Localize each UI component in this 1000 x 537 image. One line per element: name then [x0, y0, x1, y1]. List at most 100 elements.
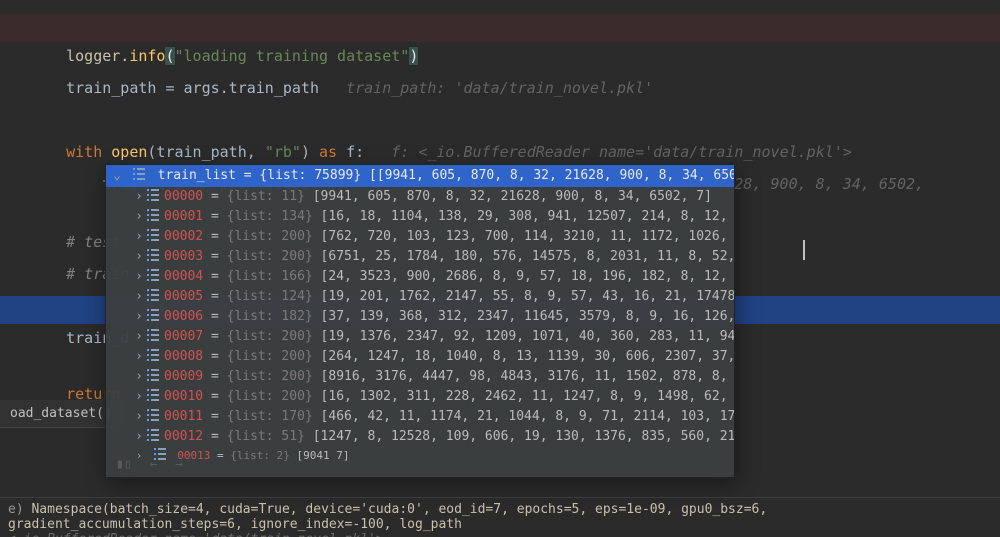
code-editor[interactable]: logger.info("loading training dataset") … [0, 0, 1000, 537]
equals: = [203, 429, 226, 444]
forward-icon[interactable]: → [175, 457, 183, 472]
popup-value: [19, 201, 1762, 2147, 55, 8, 9, 57, 43, … [321, 289, 734, 304]
chevron-right-icon[interactable]: › [134, 207, 144, 227]
popup-value: [37, 139, 368, 312, 2347, 11645, 3579, 8… [321, 309, 734, 324]
popup-index: 00002 [164, 229, 203, 244]
list-icon [146, 228, 160, 242]
chevron-right-icon[interactable]: › [134, 427, 144, 447]
code-line-blank[interactable] [0, 78, 1000, 106]
popup-index: 00000 [164, 189, 203, 204]
chevron-right-icon[interactable]: › [134, 307, 144, 327]
equals: = [203, 269, 226, 284]
debug-variables-pane[interactable]: e) Namespace(batch_size=4, cuda=True, de… [0, 497, 1000, 537]
popup-value: [6751, 25, 1784, 180, 576, 14575, 8, 203… [321, 249, 734, 264]
equals: = [203, 409, 226, 424]
popup-meta: {list: 2} [230, 449, 290, 462]
chevron-right-icon[interactable]: › [134, 367, 144, 387]
debug-value-popup[interactable]: ⌄ train_list = {list: 75899} [[9941, 605… [105, 164, 735, 478]
list-icon [146, 208, 160, 222]
equals: = [203, 229, 226, 244]
popup-row[interactable]: ›00003 = {list: 200} [6751, 25, 1784, 18… [106, 247, 734, 267]
equals: = [236, 168, 259, 183]
popup-row-partial[interactable]: › 00013 = {list: 2} [9041 7] [106, 447, 734, 461]
popup-row[interactable]: › 00012 = {list: 51} [1247, 8, 12528, 109… [106, 427, 734, 447]
code-line-2[interactable]: train_path = args.train_path train_path:… [0, 46, 1000, 74]
popup-row[interactable]: ›00000 = {list: 11} [9941, 605, 870, 8, … [106, 187, 734, 207]
popup-row[interactable]: ›00008 = {list: 200} [264, 1247, 18, 104… [106, 347, 734, 367]
popup-value: [8916, 3176, 4447, 98, 4843, 3176, 11, 1… [321, 369, 734, 384]
popup-value: [264, 1247, 18, 1040, 8, 13, 1139, 30, 6… [321, 349, 734, 364]
equals: = [203, 189, 226, 204]
back-icon[interactable]: ← [149, 457, 157, 472]
popup-row[interactable]: ›00001 = {list: 134} [16, 18, 1104, 138,… [106, 207, 734, 227]
popup-meta: {list: 134} [227, 209, 313, 224]
chevron-right-icon[interactable]: › [134, 327, 144, 347]
list-icon [146, 188, 160, 202]
popup-header[interactable]: ⌄ train_list = {list: 75899} [[9941, 605… [106, 165, 734, 187]
popup-meta: {list: 200} [227, 349, 313, 364]
list-icon [146, 388, 160, 402]
chevron-right-icon[interactable]: › [134, 247, 144, 267]
popup-value: [9941, 605, 870, 8, 32, 21628, 900, 8, 3… [313, 189, 712, 204]
list-icon [146, 248, 160, 262]
popup-rows[interactable]: ›00000 = {list: 11} [9941, 605, 870, 8, … [106, 187, 734, 447]
chevron-right-icon[interactable]: › [134, 267, 144, 287]
chevron-right-icon[interactable]: › [134, 287, 144, 307]
toolbar-view-toggle-icon[interactable]: ▮▯ [116, 457, 132, 472]
equals: = [203, 369, 226, 384]
equals: = [203, 329, 226, 344]
popup-index: 00007 [164, 329, 203, 344]
equals: = [210, 449, 230, 462]
popup-row[interactable]: ›00004 = {list: 166} [24, 3523, 900, 268… [106, 267, 734, 287]
chevron-down-icon[interactable]: ⌄ [112, 165, 122, 187]
popup-row[interactable]: ›00007 = {list: 200} [19, 1376, 2347, 92… [106, 327, 734, 347]
list-icon [146, 288, 160, 302]
list-icon [146, 268, 160, 282]
chevron-right-icon[interactable]: › [134, 347, 144, 367]
popup-row[interactable]: ›00006 = {list: 182} [37, 139, 368, 312,… [106, 307, 734, 327]
popup-value: [24, 3523, 900, 2686, 8, 9, 57, 18, 196,… [321, 269, 734, 284]
chevron-right-icon[interactable]: › [134, 407, 144, 427]
equals: = [203, 209, 226, 224]
code-line-1[interactable]: logger.info("loading training dataset") [0, 14, 1000, 42]
popup-value: [1247, 8, 12528, 109, 606, 19, 130, 1376… [313, 429, 734, 444]
popup-index: 00006 [164, 309, 203, 324]
popup-value: [9041 7] [296, 449, 349, 462]
popup-meta: {list: 170} [227, 409, 313, 424]
chevron-right-icon[interactable]: › [134, 227, 144, 247]
popup-index: 00012 [164, 429, 203, 444]
popup-row[interactable]: ›00005 = {list: 124} [19, 201, 1762, 214… [106, 287, 734, 307]
popup-value: [466, 42, 11, 1174, 21, 1044, 8, 9, 71, … [321, 409, 734, 424]
text-caret [803, 240, 805, 260]
namespace-value: Namespace(batch_size=4, cuda=True, devic… [8, 502, 767, 532]
list-icon [146, 308, 160, 322]
popup-index: 00004 [164, 269, 203, 284]
popup-row[interactable]: ›00002 = {list: 200} [762, 720, 103, 123… [106, 227, 734, 247]
popup-index: 00010 [164, 389, 203, 404]
popup-meta: {list: 51} [227, 429, 305, 444]
popup-meta: {list: 200} [227, 389, 313, 404]
code-line-3[interactable]: with open(train_path, "rb") as f: f: <_i… [0, 110, 1000, 138]
popup-row[interactable]: ›00010 = {list: 200} [16, 1302, 311, 228… [106, 387, 734, 407]
list-icon [146, 328, 160, 342]
list-icon [146, 348, 160, 362]
equals: = [203, 289, 226, 304]
popup-value: [16, 18, 1104, 138, 29, 308, 941, 12507,… [321, 209, 734, 224]
list-icon [132, 167, 146, 181]
popup-meta: {list: 200} [227, 329, 313, 344]
chevron-right-icon[interactable]: › [134, 387, 144, 407]
chevron-right-icon[interactable]: › [134, 187, 144, 207]
equals: = [203, 389, 226, 404]
popup-toolbar: ▮▯ ← → [116, 457, 193, 473]
list-icon [146, 408, 160, 422]
popup-var-name: train_list [158, 168, 236, 183]
popup-meta: {list: 200} [227, 369, 313, 384]
varline-2: < io BufferedReader name='data/train_nov… [8, 532, 992, 537]
equals: = [203, 349, 226, 364]
popup-meta: {list: 124} [227, 289, 313, 304]
popup-row[interactable]: ›00011 = {list: 170} [466, 42, 11, 1174,… [106, 407, 734, 427]
popup-var-value: [[9941, 605, 870, 8, 32, 21628, 900, 8, … [369, 168, 734, 183]
popup-row[interactable]: ›00009 = {list: 200} [8916, 3176, 4447, … [106, 367, 734, 387]
varline-prefix: e) [8, 502, 31, 517]
popup-var-meta: {list: 75899} [259, 168, 361, 183]
